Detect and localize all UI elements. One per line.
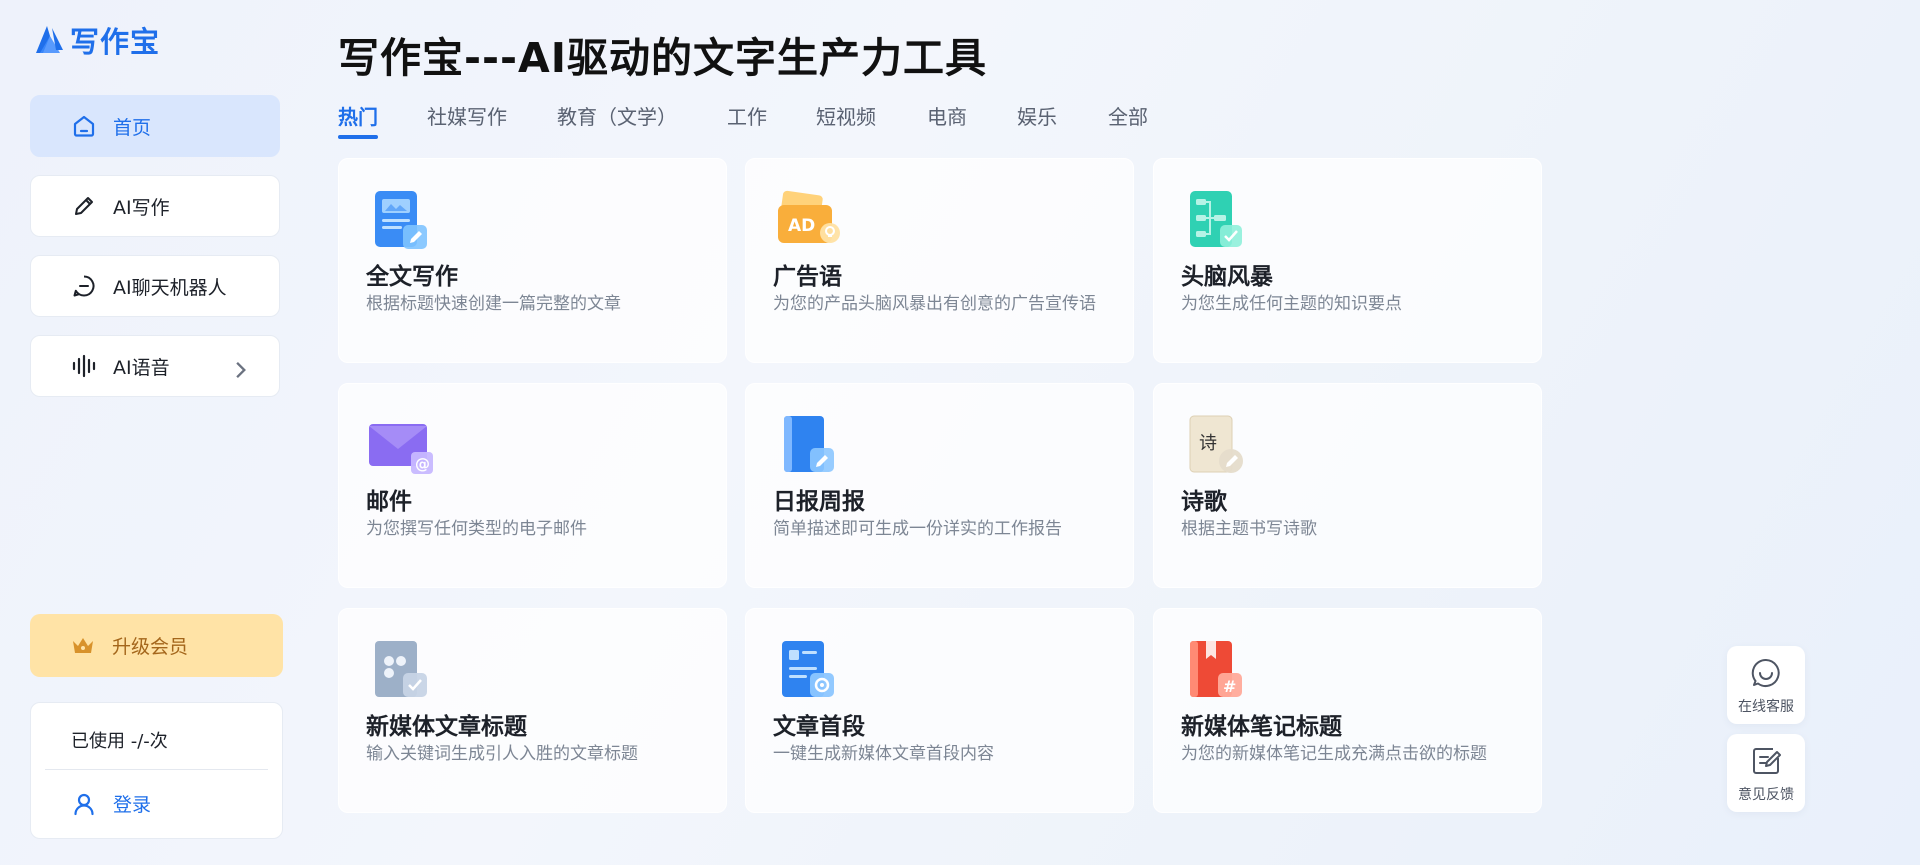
user-icon — [74, 793, 94, 815]
sidebar-item-label: AI语音 — [113, 356, 170, 379]
crown-icon — [73, 637, 93, 653]
pencil-icon — [75, 197, 93, 215]
login-button[interactable]: 登录 — [71, 790, 151, 817]
email-icon: @ — [369, 424, 433, 474]
note-hashtag-icon: # — [1190, 641, 1242, 697]
sidebar-item-ai-voice[interactable]: AI语音 — [30, 335, 280, 397]
tool-card-poetry[interactable]: 诗 诗歌 根据主题书写诗歌 — [1153, 383, 1542, 588]
tool-card-new-media-note-title[interactable]: # 新媒体笔记标题 为您的新媒体笔记生成充满点击欲的标题 — [1153, 608, 1542, 813]
tab-entertainment[interactable]: 娱乐 — [1017, 101, 1057, 130]
card-title: 邮件 — [366, 489, 412, 515]
card-title: 诗歌 — [1181, 489, 1227, 515]
tab-label: 短视频 — [816, 105, 876, 129]
login-label: 登录 — [113, 794, 152, 816]
chat-icon — [73, 275, 95, 297]
tool-card-new-media-title[interactable]: 新媒体文章标题 输入关键词生成引人入胜的文章标题 — [338, 608, 727, 813]
tool-card-ad-slogan[interactable]: AD 广告语 为您的产品头脑风暴出有创意的广告宣传语 — [745, 158, 1134, 363]
tool-card-first-paragraph[interactable]: 文章首段 一键生成新媒体文章首段内容 — [745, 608, 1134, 813]
sidebar-item-home[interactable]: 首页 — [30, 95, 280, 157]
card-title: 新媒体笔记标题 — [1181, 714, 1342, 740]
card-title: 新媒体文章标题 — [366, 714, 527, 740]
ad-icon: AD — [778, 190, 840, 243]
mindmap-icon — [1190, 191, 1242, 247]
card-title: 头脑风暴 — [1181, 264, 1273, 290]
online-service-label: 在线客服 — [1738, 699, 1794, 715]
card-title: 全文写作 — [366, 264, 458, 290]
svg-text:@: @ — [415, 455, 430, 473]
upgrade-membership-button[interactable]: 升级会员 — [30, 614, 283, 677]
card-title: 广告语 — [773, 264, 842, 290]
headline-icon — [375, 641, 427, 697]
poem-icon: 诗 — [1189, 415, 1243, 473]
tab-label: 热门 — [338, 105, 378, 129]
online-service-button[interactable]: 在线客服 — [1727, 646, 1805, 724]
customer-service-icon — [1751, 658, 1780, 687]
card-description: 输入关键词生成引人入胜的文章标题 — [366, 744, 638, 764]
sidebar-item-label: AI写作 — [113, 196, 170, 219]
tab-short-video[interactable]: 短视频 — [816, 101, 876, 130]
home-icon — [73, 115, 95, 137]
tab-ecommerce[interactable]: 电商 — [927, 101, 967, 130]
tab-education[interactable]: 教育（文学） — [557, 101, 677, 130]
sidebar-item-ai-chatbot[interactable]: AI聊天机器人 — [30, 255, 280, 317]
tool-card-full-article[interactable]: 全文写作 根据标题快速创建一篇完整的文章 — [338, 158, 727, 363]
tab-label: 工作 — [727, 105, 767, 129]
card-description: 根据主题书写诗歌 — [1181, 519, 1317, 539]
tab-work[interactable]: 工作 — [727, 101, 767, 130]
brand-logo[interactable]: 写作宝 — [32, 22, 161, 59]
tab-label: 电商 — [927, 105, 967, 129]
sidebar-item-ai-writing[interactable]: AI写作 — [30, 175, 280, 237]
tab-label: 娱乐 — [1017, 105, 1057, 129]
card-description: 简单描述即可生成一份详实的工作报告 — [773, 519, 1062, 539]
card-description: 一键生成新媒体文章首段内容 — [773, 744, 994, 764]
card-title: 日报周报 — [773, 489, 865, 515]
chevron-right-icon — [236, 361, 246, 379]
ad-icon-text: AD — [788, 216, 815, 236]
upgrade-label: 升级会员 — [112, 636, 189, 658]
card-description: 为您的产品头脑风暴出有创意的广告宣传语 — [773, 294, 1096, 314]
divider — [45, 769, 268, 770]
brand-name: 写作宝 — [70, 25, 161, 59]
report-book-icon — [784, 416, 834, 472]
tab-social-writing[interactable]: 社媒写作 — [427, 101, 507, 130]
tab-label: 全部 — [1108, 105, 1148, 129]
sidebar-item-label: AI聊天机器人 — [113, 276, 227, 299]
card-description: 根据标题快速创建一篇完整的文章 — [366, 294, 621, 314]
tab-all[interactable]: 全部 — [1108, 101, 1148, 130]
card-description: 为您的新媒体笔记生成充满点击欲的标题 — [1181, 744, 1487, 764]
active-tab-indicator — [338, 135, 378, 139]
voice-wave-icon — [72, 354, 96, 378]
page-title: 写作宝---AI驱动的文字生产力工具 — [338, 34, 988, 82]
card-title: 文章首段 — [773, 714, 865, 740]
tool-card-email[interactable]: @ 邮件 为您撰写任何类型的电子邮件 — [338, 383, 727, 588]
poem-icon-text: 诗 — [1199, 433, 1217, 454]
svg-text:#: # — [1223, 677, 1236, 696]
feedback-label: 意见反馈 — [1738, 787, 1794, 803]
document-edit-icon — [375, 191, 427, 249]
tool-card-daily-weekly-report[interactable]: 日报周报 简单描述即可生成一份详实的工作报告 — [745, 383, 1134, 588]
tool-card-brainstorm[interactable]: 头脑风暴 为您生成任何主题的知识要点 — [1153, 158, 1542, 363]
tab-label: 教育（文学） — [557, 105, 677, 129]
feedback-edit-icon — [1753, 748, 1781, 774]
sidebar-item-label: 首页 — [113, 116, 152, 139]
card-description: 为您生成任何主题的知识要点 — [1181, 294, 1402, 314]
feedback-button[interactable]: 意见反馈 — [1727, 734, 1805, 812]
tab-hot[interactable]: 热门 — [338, 101, 378, 139]
card-description: 为您撰写任何类型的电子邮件 — [366, 519, 587, 539]
account-panel: 已使用 -/-次 登录 — [30, 702, 283, 839]
tab-label: 社媒写作 — [427, 105, 507, 129]
usage-count: 已使用 -/-次 — [71, 731, 168, 752]
logo-icon — [36, 26, 63, 53]
paragraph-settings-icon — [782, 641, 834, 697]
